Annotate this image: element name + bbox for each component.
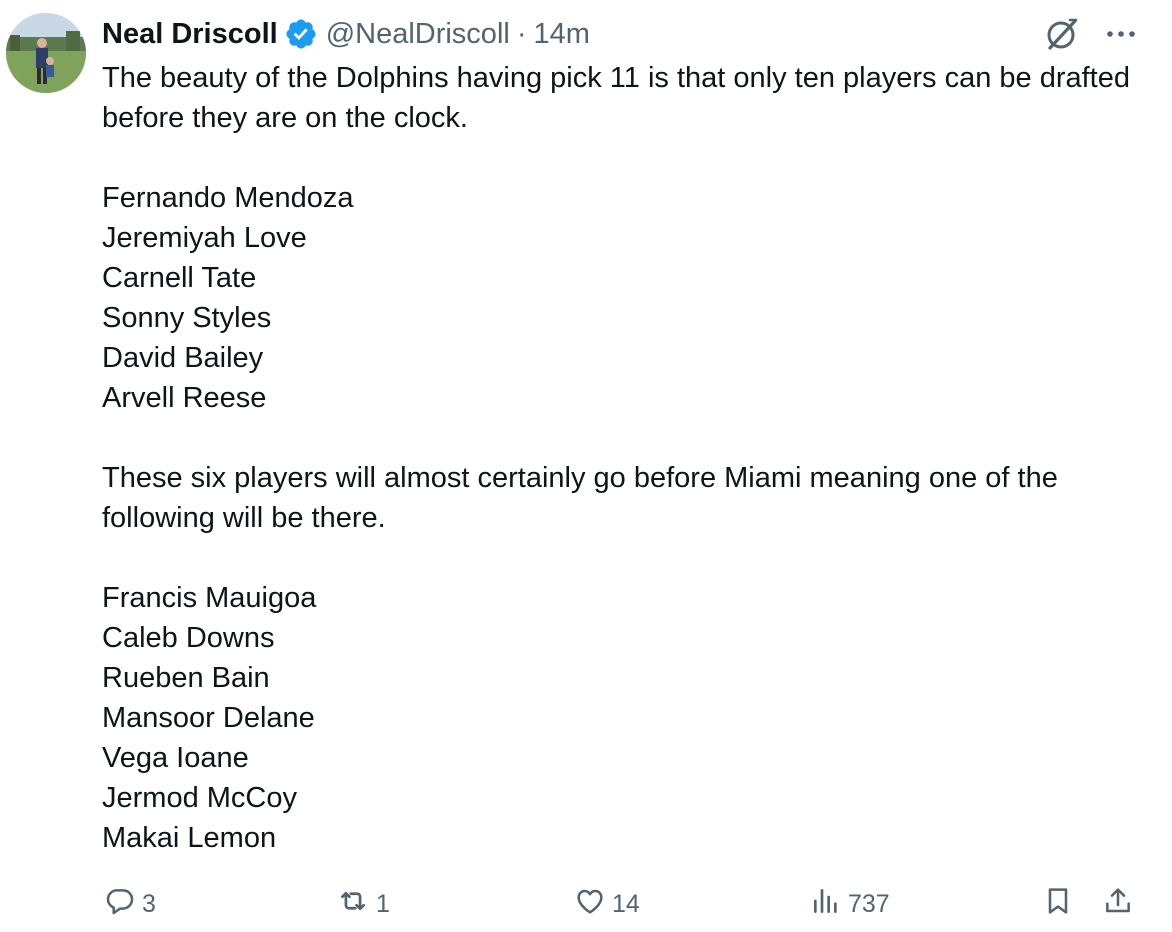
bookmark-icon [1042, 885, 1074, 924]
player-list-item: Sonny Styles [102, 302, 272, 334]
tweet-timestamp[interactable]: 14m [534, 18, 590, 51]
avatar[interactable] [6, 13, 86, 93]
tweet-intro: The beauty of the Dolphins having pick 1… [102, 62, 1130, 134]
player-list-item: Arvell Reese [102, 382, 267, 414]
player-list-item: David Bailey [102, 342, 264, 374]
grok-icon[interactable] [1042, 14, 1082, 59]
retweet-button[interactable]: 1 [336, 882, 390, 926]
separator-dot: · [516, 17, 527, 50]
retweet-count: 1 [376, 889, 390, 918]
player-list-item: Mansoor Delane [102, 702, 315, 734]
player-list-item: Vega Ioane [102, 742, 249, 774]
like-button[interactable]: 14 [574, 882, 640, 926]
tweet-top-actions [1042, 14, 1138, 59]
views-count: 737 [848, 889, 890, 918]
bookmark-button[interactable] [1042, 882, 1074, 926]
player-list-item: Francis Mauigoa [102, 582, 317, 614]
player-list-item: Fernando Mendoza [102, 182, 354, 214]
player-list-item: Jeremiyah Love [102, 222, 307, 254]
share-button[interactable] [1102, 882, 1134, 926]
tweet-middle-paragraph: These six players will almost certainly … [102, 462, 1058, 534]
author-name[interactable]: Neal Driscoll [102, 18, 278, 51]
more-icon[interactable] [1104, 17, 1138, 56]
player-list-item: Carnell Tate [102, 262, 257, 294]
tweet-actions-bar: 3 1 14 737 [104, 882, 1142, 926]
reply-button[interactable]: 3 [104, 882, 156, 926]
views-button[interactable]: 737 [810, 882, 890, 926]
author-handle[interactable]: @NealDriscoll [326, 18, 510, 51]
player-list-item: Jermod McCoy [102, 782, 297, 814]
reply-icon [104, 885, 136, 924]
tweet-header: Neal Driscoll @NealDriscoll · 14m [102, 14, 590, 54]
views-icon [810, 885, 842, 924]
avatar-photo [6, 13, 86, 93]
player-list-item: Rueben Bain [102, 662, 270, 694]
tweet-text: The beauty of the Dolphins having pick 1… [102, 58, 1152, 858]
verified-badge-icon[interactable] [284, 17, 318, 51]
reply-count: 3 [142, 889, 156, 918]
player-list-item: Makai Lemon [102, 822, 277, 854]
like-icon [574, 885, 606, 924]
share-icon [1102, 885, 1134, 924]
player-list-item: Caleb Downs [102, 622, 275, 654]
like-count: 14 [612, 889, 640, 918]
retweet-icon [336, 884, 370, 925]
